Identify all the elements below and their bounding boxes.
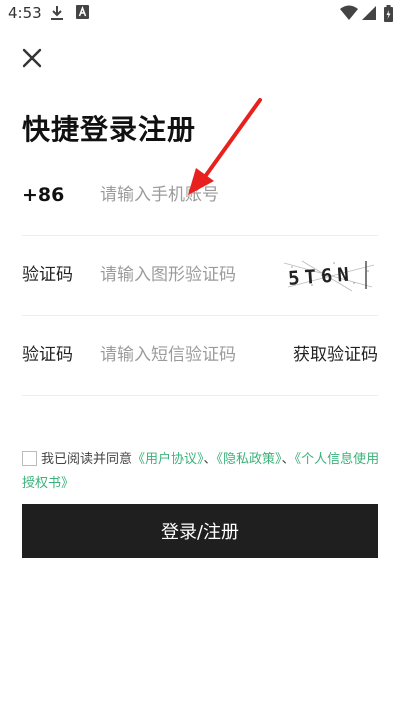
download-icon — [51, 6, 63, 20]
agreement-prefix: 我已阅读并同意 — [41, 452, 133, 467]
login-register-button[interactable]: 登录/注册 — [22, 504, 378, 558]
status-bar: 4:53 — [0, 0, 400, 28]
close-icon[interactable] — [18, 44, 46, 72]
battery-icon — [384, 5, 393, 22]
signal-icon — [362, 6, 376, 20]
agreement-checkbox[interactable] — [22, 451, 37, 466]
separator: 、 — [281, 452, 295, 467]
captcha-input[interactable] — [100, 261, 280, 289]
country-code[interactable]: +86 — [22, 155, 64, 235]
captcha-row: 验证码 5T6N — [22, 235, 378, 316]
sms-label: 验证码 — [22, 345, 73, 365]
user-agreement-link[interactable]: 《用户协议》 — [132, 452, 204, 467]
a-badge-icon — [76, 5, 89, 19]
get-code-button[interactable]: 获取验证码 — [293, 315, 378, 395]
separator: 、 — [203, 452, 217, 467]
phone-row: +86 — [22, 155, 378, 236]
privacy-policy-link[interactable]: 《隐私政策》 — [217, 452, 282, 467]
captcha-text: 5T6N — [287, 263, 354, 290]
phone-input[interactable] — [100, 181, 280, 209]
sms-row: 验证码 获取验证码 — [22, 315, 378, 396]
status-time: 4:53 — [8, 4, 42, 22]
agreement: 我已阅读并同意《用户协议》、《隐私政策》、《个人信息使用授权书》 — [22, 448, 382, 496]
captcha-image[interactable]: 5T6N — [282, 257, 378, 293]
wifi-icon — [340, 5, 358, 20]
sms-code-input[interactable] — [100, 341, 280, 369]
page-title: 快捷登录注册 — [22, 113, 197, 146]
captcha-label: 验证码 — [22, 265, 73, 285]
